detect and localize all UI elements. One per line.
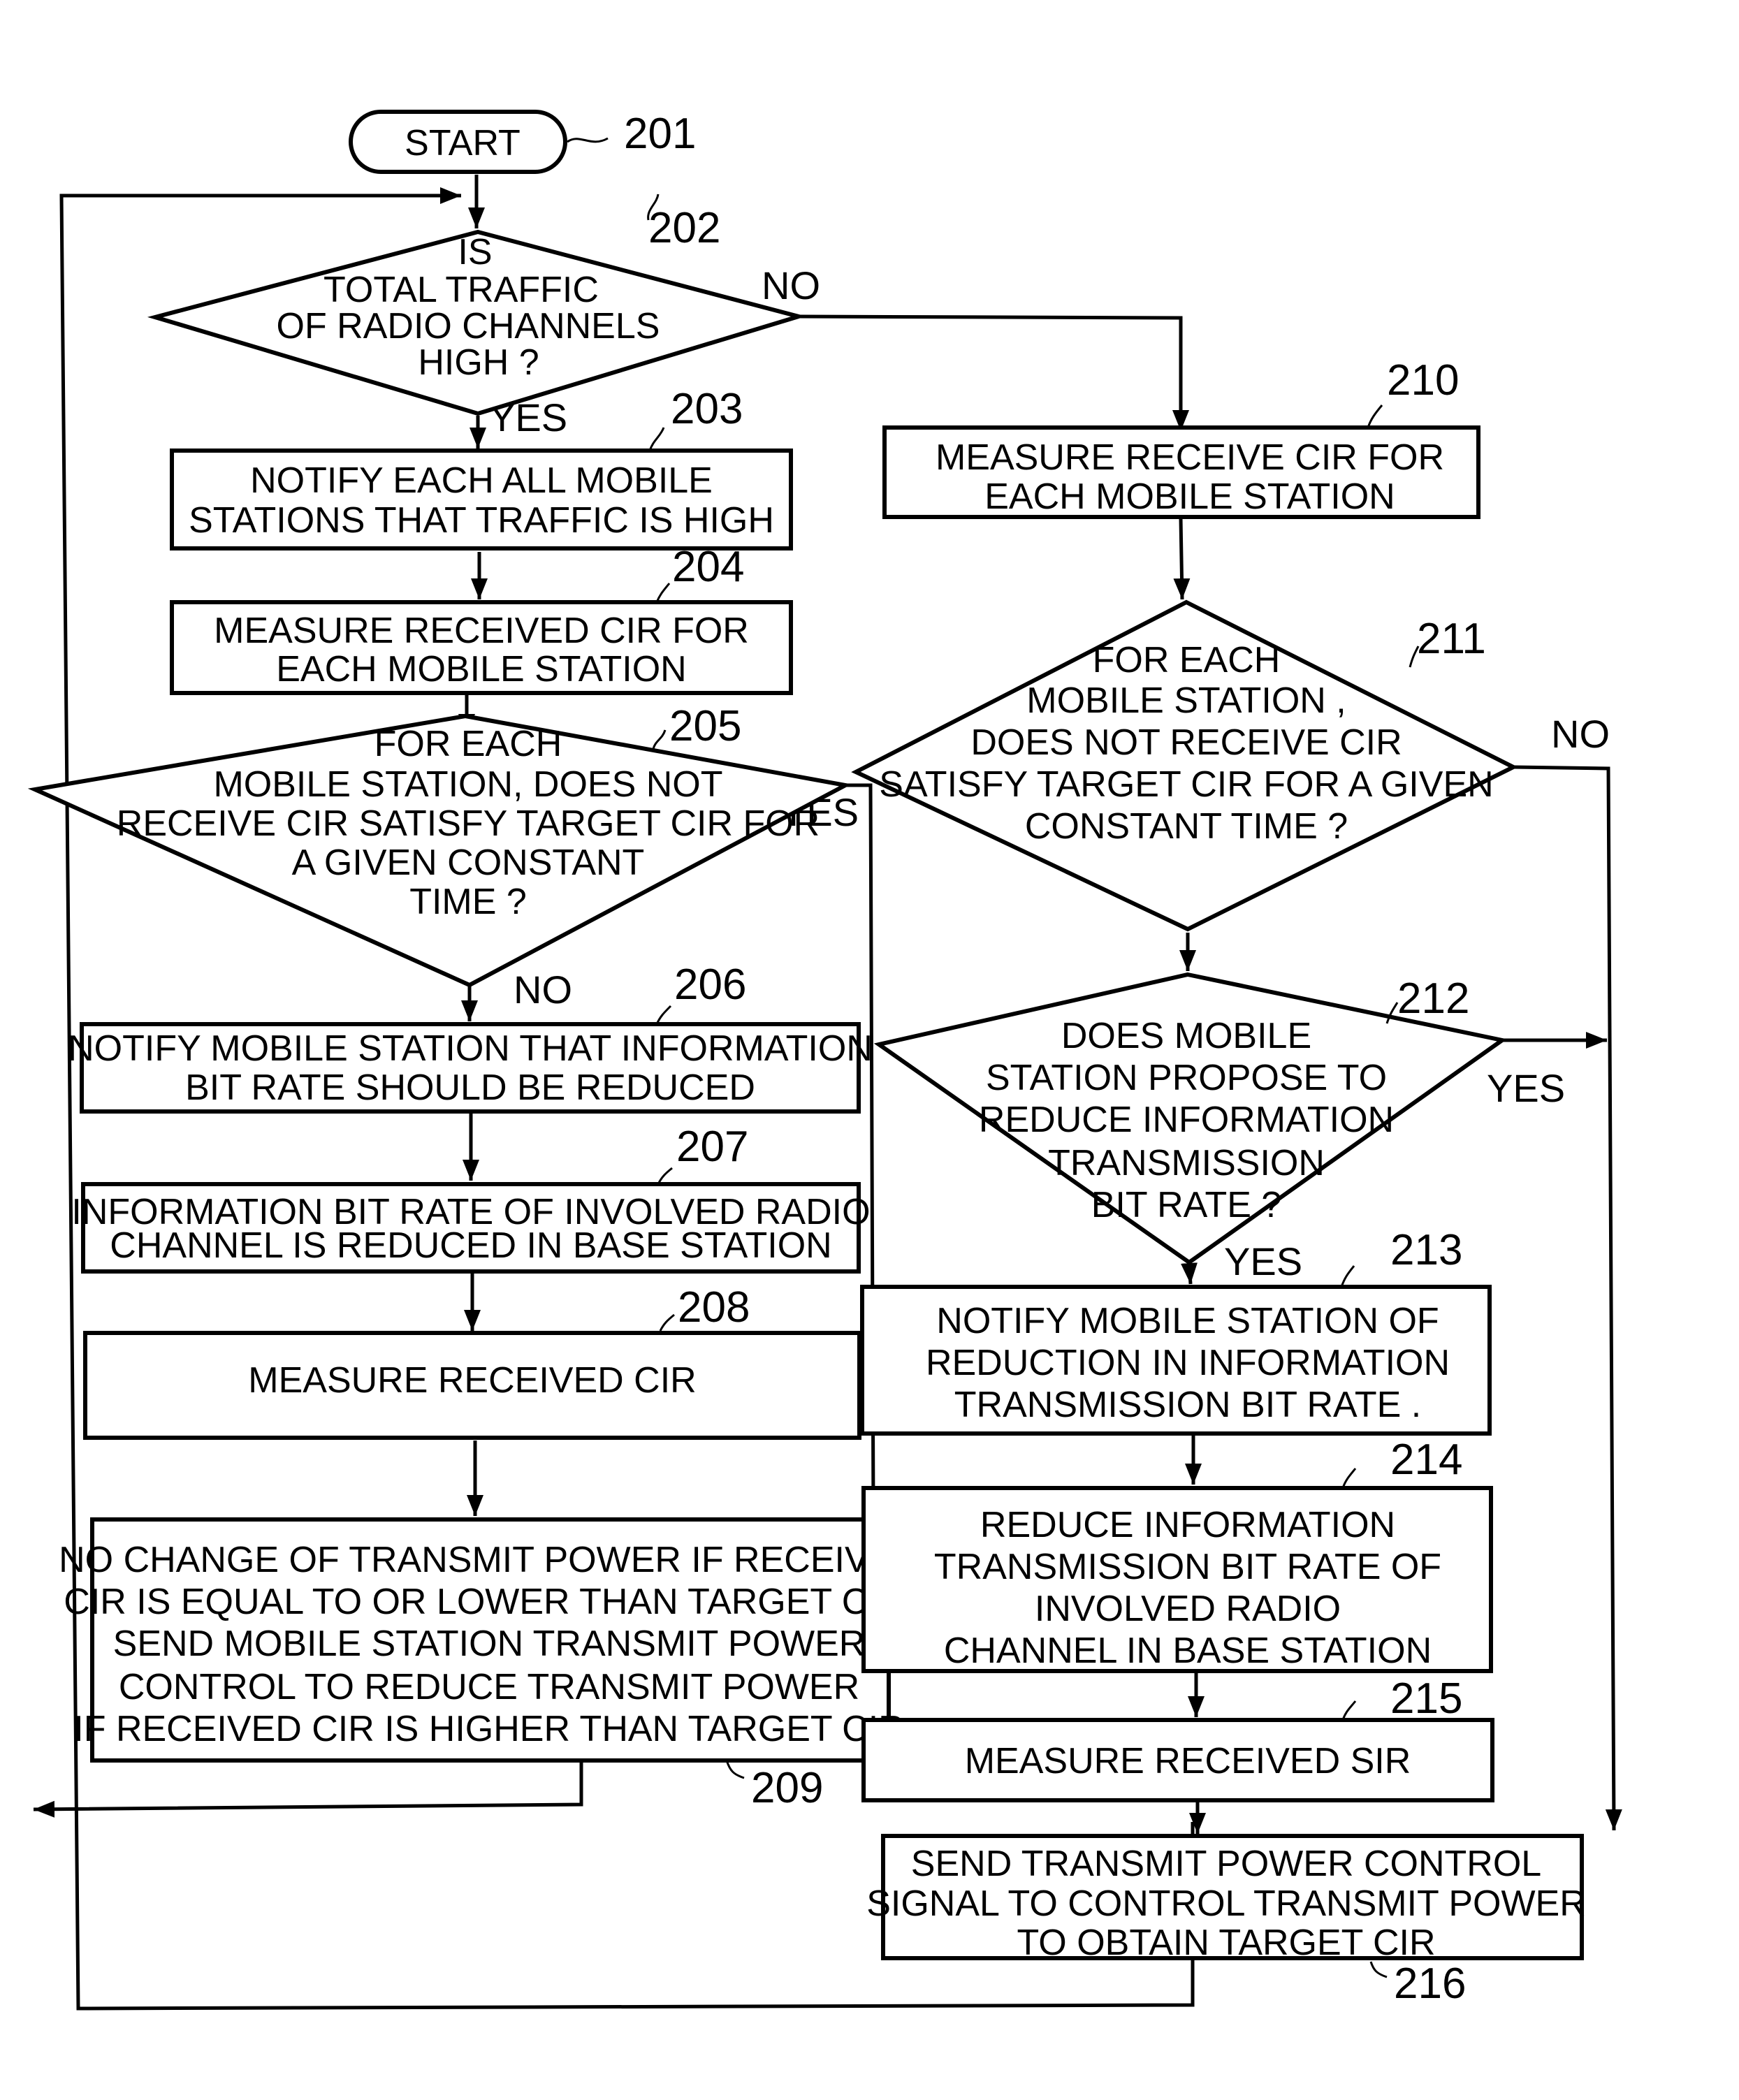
ref-204: 204 bbox=[672, 543, 744, 591]
node-202-line-1: IS bbox=[458, 232, 492, 272]
node-214-process: REDUCE INFORMATION TRANSMISSION BIT RATE… bbox=[861, 1436, 1493, 1673]
ref-210: 210 bbox=[1387, 356, 1459, 404]
node-214-line-1: REDUCE INFORMATION bbox=[980, 1505, 1395, 1545]
ref-leader-208 bbox=[659, 1313, 675, 1332]
ref-leader-213 bbox=[1340, 1265, 1355, 1288]
ref-201: 201 bbox=[624, 110, 696, 158]
node-216-line-1: SEND TRANSMIT POWER CONTROL bbox=[911, 1844, 1541, 1884]
node-211-decision: FOR EACH MOBILE STATION , DOES NOT RECEI… bbox=[851, 599, 1518, 932]
node-216-line-3: TO OBTAIN TARGET CIR bbox=[1017, 1923, 1435, 1963]
ref-209: 209 bbox=[751, 1764, 823, 1812]
node-201-start: START 201 bbox=[349, 110, 696, 174]
node-205-line-2: MOBILE STATION, DOES NOT bbox=[213, 764, 722, 805]
node-206-line-2: BIT RATE SHOULD BE REDUCED bbox=[185, 1067, 755, 1108]
node-201-text: START bbox=[405, 123, 521, 163]
label-202-no: NO bbox=[762, 263, 820, 307]
node-205-line-5: TIME ? bbox=[409, 882, 527, 922]
node-211-line-5: CONSTANT TIME ? bbox=[1025, 806, 1348, 847]
node-216-line-2: SIGNAL TO CONTROL TRANSMIT POWER bbox=[866, 1883, 1586, 1924]
node-211-line-4: SATISFY TARGET CIR FOR A GIVEN bbox=[879, 764, 1493, 805]
node-214-line-3: INVOLVED RADIO bbox=[1035, 1589, 1341, 1629]
node-209-line-3: SEND MOBILE STATION TRANSMIT POWER bbox=[113, 1624, 866, 1664]
ref-216: 216 bbox=[1394, 1960, 1466, 2008]
node-205-line-1: FOR EACH bbox=[374, 724, 562, 764]
ref-202: 202 bbox=[648, 204, 720, 252]
node-208-text: MEASURE RECEIVED CIR bbox=[248, 1360, 696, 1401]
ref-leader-205 bbox=[652, 729, 667, 750]
node-210-line-1: MEASURE RECEIVE CIR FOR bbox=[936, 437, 1444, 478]
ref-212: 212 bbox=[1397, 975, 1469, 1023]
edge-212-213 bbox=[1181, 1262, 1198, 1285]
label-205-no: NO bbox=[514, 968, 572, 1012]
edge-210-211 bbox=[1173, 518, 1191, 600]
ref-leader-210 bbox=[1367, 404, 1383, 428]
node-204-line-1: MEASURE RECEIVED CIR FOR bbox=[214, 611, 749, 651]
node-216-process: SEND TRANSMIT POWER CONTROL SIGNAL TO CO… bbox=[866, 1834, 1586, 2008]
node-211-line-1: FOR EACH bbox=[1093, 640, 1281, 680]
node-204-line-2: EACH MOBILE STATION bbox=[276, 649, 687, 690]
node-205-decision: FOR EACH MOBILE STATION, DOES NOT RECEIV… bbox=[27, 702, 852, 988]
node-210-line-2: EACH MOBILE STATION bbox=[984, 476, 1395, 517]
label-211-yes: NO bbox=[1551, 712, 1610, 756]
node-202-line-4: HIGH ? bbox=[418, 342, 539, 383]
ref-leader-201 bbox=[567, 137, 609, 143]
node-214-line-4: CHANNEL IN BASE STATION bbox=[944, 1631, 1432, 1671]
node-209-line-5: IF RECEIVED CIR IS HIGHER THAN TARGET CI… bbox=[73, 1709, 904, 1749]
ref-214: 214 bbox=[1390, 1436, 1462, 1484]
node-211-line-3: DOES NOT RECEIVE CIR bbox=[970, 722, 1402, 763]
node-212-line-5: BIT RATE ? bbox=[1091, 1185, 1282, 1225]
node-209-line-1: NO CHANGE OF TRANSMIT POWER IF RECEIVED bbox=[59, 1540, 919, 1580]
node-205-line-4: A GIVEN CONSTANT bbox=[292, 843, 645, 883]
edge-202-210 bbox=[798, 314, 1189, 431]
node-203-line-1: NOTIFY EACH ALL MOBILE bbox=[250, 460, 713, 501]
ref-208: 208 bbox=[678, 1283, 750, 1332]
node-212-line-3: REDUCE INFORMATION bbox=[979, 1100, 1394, 1140]
node-214-line-2: TRANSMISSION BIT RATE OF bbox=[934, 1547, 1441, 1587]
node-211-line-2: MOBILE STATION , bbox=[1026, 680, 1346, 721]
node-215-process: MEASURE RECEIVED SIR 215 bbox=[861, 1675, 1494, 1802]
edge-211-216 bbox=[1513, 765, 1622, 1831]
ref-leader-204 bbox=[655, 583, 671, 603]
label-212-yes: YES bbox=[1224, 1239, 1302, 1283]
node-213-line-1: NOTIFY MOBILE STATION OF bbox=[936, 1301, 1439, 1341]
flowchart-canvas: YES NO NO YES NO YES YES START 201 IS TO… bbox=[27, 110, 1622, 2011]
node-212-line-1: DOES MOBILE bbox=[1061, 1016, 1311, 1056]
ref-leader-209 bbox=[725, 1760, 745, 1779]
ref-leader-215 bbox=[1341, 1700, 1357, 1721]
ref-leader-214 bbox=[1341, 1468, 1357, 1489]
ref-213: 213 bbox=[1390, 1226, 1462, 1274]
node-213-process: NOTIFY MOBILE STATION OF REDUCTION IN IN… bbox=[860, 1226, 1492, 1436]
ref-leader-216 bbox=[1369, 1961, 1388, 1978]
node-212-line-2: STATION PROPOSE TO bbox=[986, 1058, 1387, 1098]
node-206-line-1: NOTIFY MOBILE STATION THAT INFORMATION bbox=[68, 1028, 873, 1069]
node-209-line-2: CIR IS EQUAL TO OR LOWER THAN TARGET CIR… bbox=[64, 1582, 914, 1622]
node-202-line-2: TOTAL TRAFFIC bbox=[323, 270, 599, 310]
node-205-line-3: RECEIVE CIR SATISFY TARGET CIR FOR bbox=[117, 803, 820, 844]
edge-209-loop bbox=[33, 1760, 583, 1818]
node-203-line-2: STATIONS THAT TRAFFIC IS HIGH bbox=[189, 500, 774, 541]
node-209-process: NO CHANGE OF TRANSMIT POWER IF RECEIVED … bbox=[59, 1517, 919, 1812]
node-202-line-3: OF RADIO CHANNELS bbox=[277, 306, 660, 347]
ref-203: 203 bbox=[671, 385, 743, 433]
ref-leader-207 bbox=[657, 1167, 673, 1185]
ref-205: 205 bbox=[669, 702, 741, 750]
ref-leader-203 bbox=[648, 427, 665, 451]
ref-206: 206 bbox=[674, 961, 746, 1009]
ref-215: 215 bbox=[1390, 1675, 1462, 1723]
node-213-line-2: REDUCTION IN INFORMATION bbox=[926, 1343, 1450, 1383]
node-204-process: MEASURE RECEIVED CIR FOR EACH MOBILE STA… bbox=[170, 543, 793, 695]
node-207-line-2: CHANNEL IS REDUCED IN BASE STATION bbox=[110, 1225, 831, 1266]
node-212-line-4: TRANSMISSION bbox=[1048, 1143, 1325, 1183]
ref-leader-206 bbox=[655, 1005, 672, 1025]
node-215-text: MEASURE RECEIVED SIR bbox=[965, 1741, 1411, 1781]
node-209-line-4: CONTROL TO REDUCE TRANSMIT POWER bbox=[119, 1667, 859, 1707]
label-212-no: YES bbox=[1487, 1066, 1565, 1110]
node-212-decision: DOES MOBILE STATION PROPOSE TO REDUCE IN… bbox=[873, 972, 1508, 1265]
ref-207: 207 bbox=[676, 1123, 748, 1171]
node-213-line-3: TRANSMISSION BIT RATE . bbox=[954, 1385, 1421, 1425]
ref-211: 211 bbox=[1417, 615, 1486, 663]
